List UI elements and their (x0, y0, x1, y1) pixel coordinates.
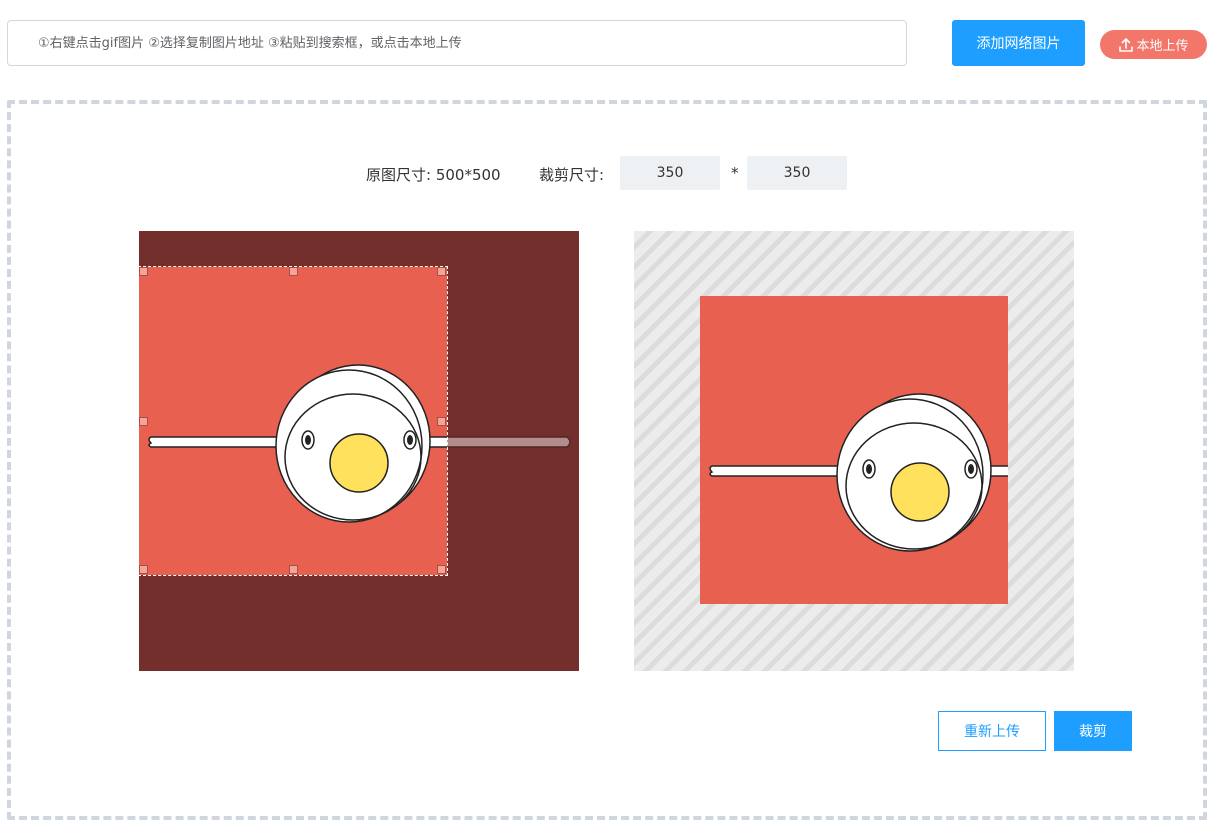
crop-editor[interactable] (139, 231, 579, 671)
upload-icon (1118, 37, 1134, 53)
crop-handle-left[interactable] (139, 417, 148, 426)
size-row: 原图尺寸: 500*500 裁剪尺寸: * (0, 156, 1226, 190)
local-upload-button[interactable]: 本地上传 (1100, 30, 1207, 59)
reupload-button[interactable]: 重新上传 (938, 711, 1046, 751)
add-network-image-button[interactable]: 添加网络图片 (952, 20, 1085, 66)
original-size-value: 500*500 (435, 166, 501, 184)
crop-handle-bottom-left[interactable] (139, 565, 148, 574)
crop-width-input[interactable] (620, 156, 720, 190)
crop-height-input[interactable] (747, 156, 847, 190)
preview-image (700, 296, 1008, 604)
crop-handle-bottom[interactable] (289, 565, 298, 574)
crop-selection[interactable] (139, 266, 448, 576)
source-image (139, 267, 447, 575)
image-url-input[interactable] (7, 20, 907, 66)
crop-handle-bottom-right[interactable] (437, 565, 446, 574)
local-upload-label: 本地上传 (1136, 39, 1189, 54)
crop-preview (634, 231, 1074, 671)
original-size-label: 原图尺寸: (366, 166, 432, 184)
crop-button[interactable]: 裁剪 (1054, 711, 1132, 751)
crop-size-label: 裁剪尺寸: (539, 166, 605, 184)
size-separator: * (731, 164, 739, 182)
crop-handle-right[interactable] (437, 417, 446, 426)
crop-handle-top[interactable] (289, 267, 298, 276)
crop-handle-top-right[interactable] (437, 267, 446, 276)
crop-handle-top-left[interactable] (139, 267, 148, 276)
original-size-text: 原图尺寸: 500*500 (366, 164, 501, 185)
